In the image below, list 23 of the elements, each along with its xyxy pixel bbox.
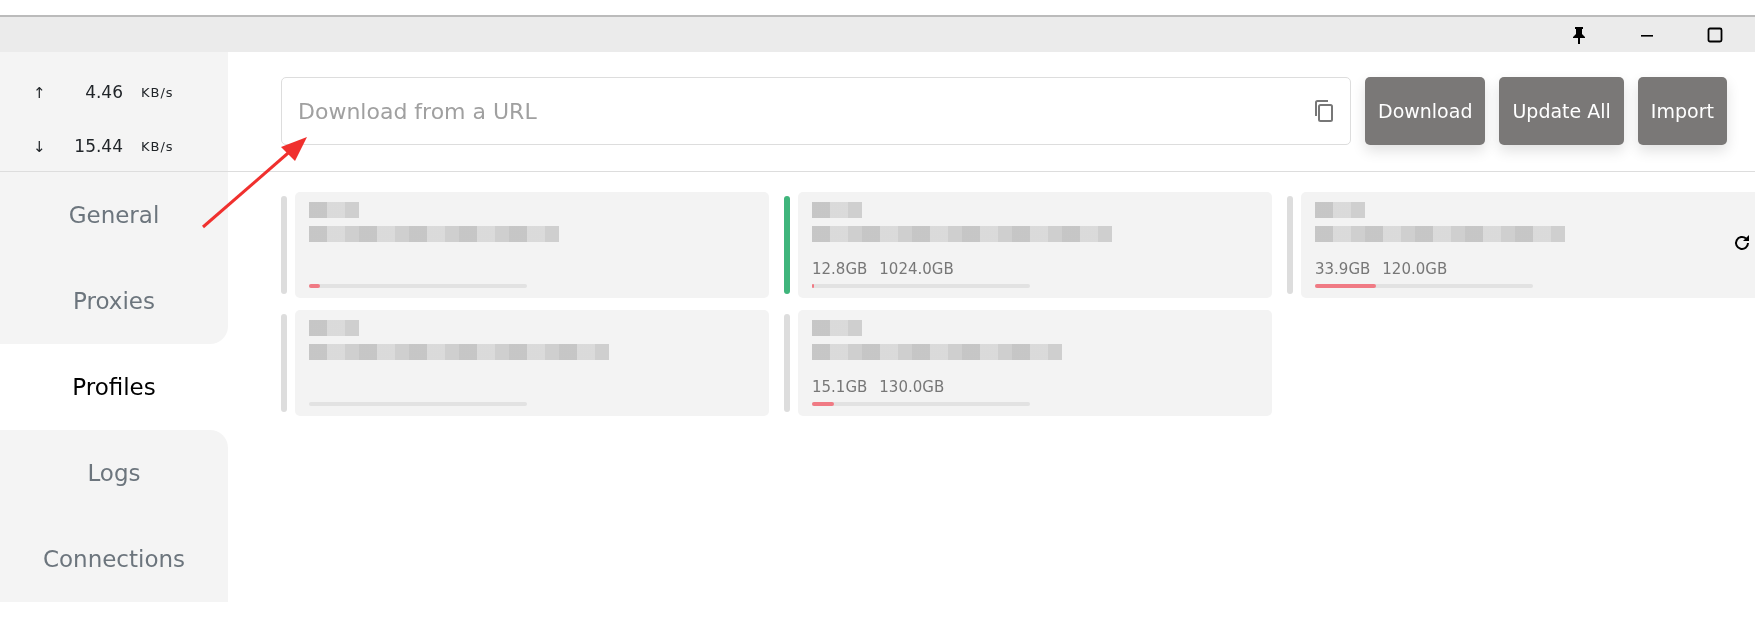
total-traffic: 120.0GB [1382,258,1448,280]
speed-arrow-icon: ↑ [33,81,63,105]
speed-value: 4.46 [84,81,123,105]
sidebar-item[interactable]: Connections [0,516,228,602]
sidebar-item[interactable]: Proxies [0,258,228,344]
profile-card[interactable]: 15.1GB 130.0GB [798,310,1272,416]
sidebar-item[interactable]: Logs [0,430,228,516]
used-traffic: 33.9GB [1315,258,1371,280]
url-field[interactable]: Download from a URL [281,77,1351,145]
profile-card[interactable]: 33.9GB 120.0GB [1301,192,1755,298]
speed-arrow-icon: ↓ [33,135,63,159]
profile-card[interactable]: 12.8GB 1024.0GB [798,192,1272,298]
sidebar-item[interactable]: General [0,172,228,258]
speed-value: 15.44 [73,135,123,159]
used-traffic: 12.8GB [812,258,868,280]
toolbar-button[interactable]: Download [1365,77,1486,145]
speed-unit: KB/s [141,138,174,157]
total-traffic: 1024.0GB [879,258,954,280]
toolbar-button[interactable]: Import [1637,77,1727,145]
toolbar-button[interactable]: Update All [1499,77,1624,145]
used-traffic: 15.1GB [812,376,868,398]
total-traffic: 130.0GB [879,376,945,398]
speed-unit: KB/s [141,84,174,103]
